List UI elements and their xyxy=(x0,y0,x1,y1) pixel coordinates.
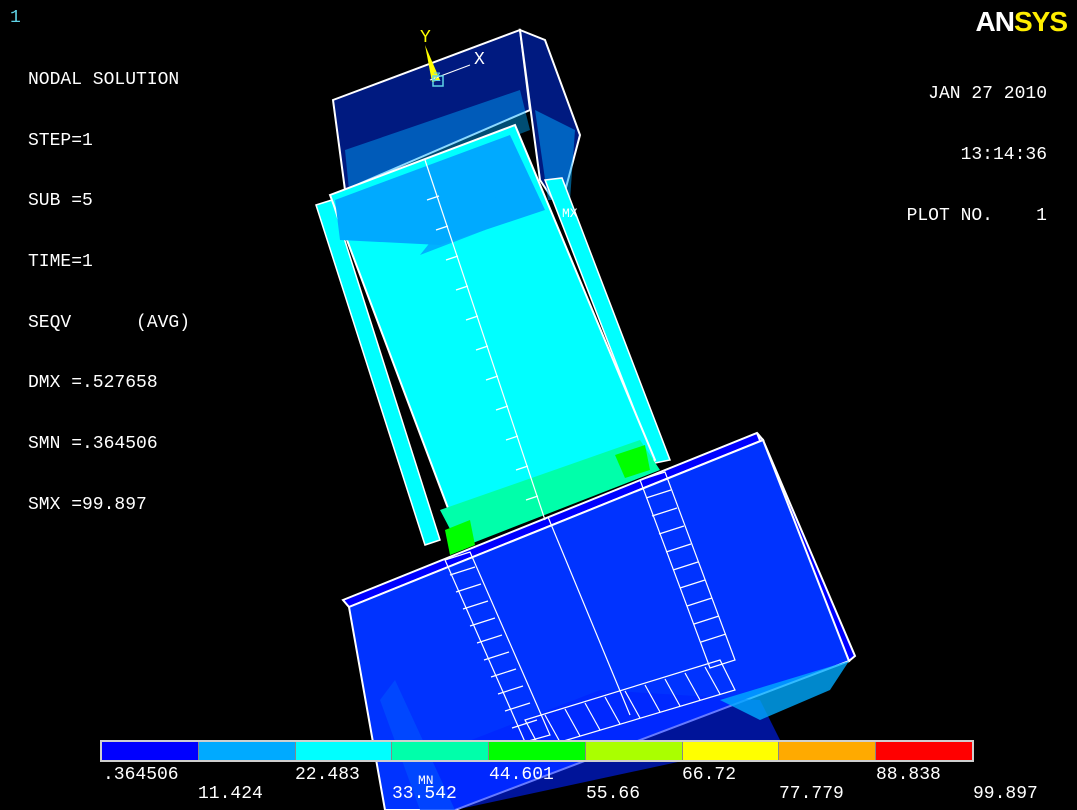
legend-label-top-1: .364506 xyxy=(103,765,179,785)
legend-label-bottom-3: 55.66 xyxy=(586,784,641,804)
legend-label-bottom-5: 99.897 xyxy=(973,784,1038,804)
info-line-step: STEP=1 xyxy=(28,130,93,151)
triad-x-label: X xyxy=(474,50,485,70)
legend-color-band xyxy=(876,742,973,760)
info-line-smx: SMX =99.897 xyxy=(28,494,147,515)
info-line-dmx: DMX =.527658 xyxy=(28,373,158,394)
logo-part-1: AN xyxy=(975,6,1015,37)
legend-label-top-2: 22.483 xyxy=(295,765,360,785)
info-line-smn: SMN =.364506 xyxy=(28,434,158,455)
plot-number: PLOT NO. 1 xyxy=(906,206,1047,226)
legend-color-band xyxy=(295,742,393,760)
plot-date: JAN 27 2010 xyxy=(928,84,1047,104)
info-line-sub: SUB =5 xyxy=(28,191,93,212)
contour-legend-bar xyxy=(100,740,974,762)
legend-label-top-4: 66.72 xyxy=(682,765,737,785)
plot-time: 13:14:36 xyxy=(960,145,1047,165)
legend-label-bottom-1: 11.424 xyxy=(198,784,263,804)
legend-color-band xyxy=(198,742,296,760)
plot-info: JAN 27 2010 13:14:36 PLOT NO. 1 xyxy=(907,44,1047,247)
window-number: 1 xyxy=(10,8,21,28)
legend-color-band xyxy=(585,742,683,760)
info-line-seqv: SEQV (AVG) xyxy=(28,312,191,333)
legend-color-band xyxy=(392,742,490,760)
legend-label-bottom-2: 33.542 xyxy=(392,784,457,804)
max-marker: MX xyxy=(562,206,578,221)
ansys-logo: ANSYS xyxy=(975,6,1068,38)
triad-z-label: Z xyxy=(433,70,441,85)
triad-y-label: Y xyxy=(420,28,431,48)
legend-color-band xyxy=(779,742,877,760)
legend-color-band xyxy=(489,742,586,760)
solution-info: NODAL SOLUTION STEP=1 SUB =5 TIME=1 SEQV… xyxy=(28,30,190,536)
info-line-time: TIME=1 xyxy=(28,252,93,273)
column-member xyxy=(315,28,672,555)
legend-color-band xyxy=(682,742,780,760)
legend-label-bottom-4: 77.779 xyxy=(779,784,844,804)
legend-label-top-5: 88.838 xyxy=(876,765,941,785)
legend-label-top-3: 44.601 xyxy=(489,765,554,785)
legend-color-band xyxy=(102,742,199,760)
solution-title: NODAL SOLUTION xyxy=(28,70,180,90)
logo-part-2: SYS xyxy=(1013,6,1068,37)
